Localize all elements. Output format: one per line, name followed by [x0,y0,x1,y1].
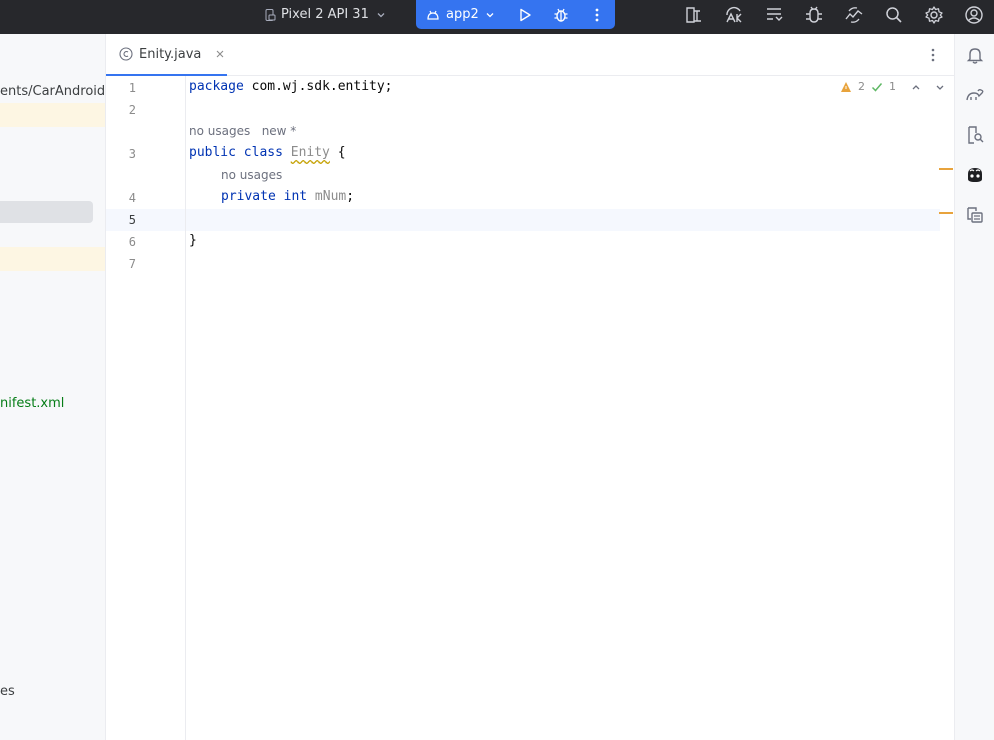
logcat-button[interactable] [964,204,986,226]
error-stripe-marker[interactable] [939,168,953,170]
class-icon [119,47,133,61]
ok-count: 1 [889,80,896,93]
copilot-icon [968,168,982,182]
package-name: com.wj.sdk.entity; [243,79,393,94]
settings-button[interactable] [922,3,946,27]
bug-icon [806,6,822,23]
line-number: 7 [128,257,136,271]
selected-row[interactable] [0,201,93,223]
search-icon [886,7,902,23]
account-button[interactable] [962,3,986,27]
field-usages-hint[interactable]: no usages [221,168,282,182]
line-number: 5 [128,213,136,227]
more-vertical-icon [931,48,935,62]
more-vertical-icon [595,8,599,21]
line-number: 3 [128,147,136,161]
project-panel: ents/CarAndroid nifest.xml es [0,34,106,740]
play-icon [520,8,532,21]
field-name: mNum [314,189,347,204]
tab-label: Enity.java [139,46,202,62]
current-line-highlight [106,209,940,231]
line-number: 1 [128,81,136,95]
code-line-4[interactable]: private int mNum; [221,189,354,204]
chevron-down-icon [486,12,494,17]
chevron-down-icon[interactable] [934,81,946,93]
chevron-down-icon [377,12,385,17]
structure-button[interactable] [762,3,786,27]
manifest-file-item[interactable]: nifest.xml [0,396,64,411]
ide-window: Pixel 2 API 31 app2 ents/CarAndroid nife… [0,0,994,740]
keyword: private int [221,189,308,204]
account-icon [965,6,983,24]
editor-tabs: Enity.java [106,34,954,76]
vcs-hint-text: new * [261,124,297,138]
main-toolbar: Pixel 2 API 31 app2 [0,0,994,34]
close-icon[interactable] [215,49,225,59]
run-config-label: app2 [446,7,479,22]
gradle-button[interactable] [964,84,986,106]
chevron-up-icon[interactable] [910,81,922,93]
run-config-selector[interactable]: app2 [416,0,508,29]
structure-icon [767,8,783,21]
error-stripe-marker[interactable] [939,212,953,214]
project-path-text[interactable]: ents/CarAndroid [0,84,105,99]
cloud-sync-button[interactable] [842,3,866,27]
code-line-6[interactable]: } [189,233,197,248]
usages-hint[interactable]: no usages new * [189,124,296,138]
tab-options-button[interactable] [924,46,942,64]
check-icon [871,82,883,92]
device-selector[interactable]: Pixel 2 API 31 [264,0,386,29]
keyword: package [189,79,244,94]
search-button[interactable] [882,3,906,27]
code-line-1[interactable]: package com.wj.sdk.entity; [189,79,393,94]
more-actions-button[interactable] [579,0,615,29]
right-tool-strip [954,34,994,740]
device-manager-button[interactable] [682,3,706,27]
highlighted-row[interactable] [0,103,105,127]
code-editor: Enity.java 1 2 3 4 5 6 7 2 1 package com… [106,34,954,740]
gear-icon [925,6,943,24]
warning-count: 2 [858,80,865,93]
code-line-3[interactable]: public class Enity { [189,145,346,160]
device-explorer-button[interactable] [964,124,986,146]
device-explorer-icon [968,126,984,144]
keyword: public class [189,145,283,160]
inspection-widget[interactable]: 2 1 [840,80,946,93]
logcat-icon [967,207,983,223]
class-name: Enity [290,145,330,160]
phone-icon [265,8,276,21]
semicolon: ; [346,189,355,204]
tree-item-text[interactable]: es [0,684,15,699]
brace: { [329,145,346,160]
warning-icon [841,81,851,92]
app-inspection-button[interactable] [802,3,826,27]
debug-button[interactable] [543,0,579,29]
run-button[interactable] [508,0,544,29]
line-number: 4 [128,191,136,205]
copilot-button[interactable] [964,164,986,186]
line-number-gutter: 1 2 3 4 5 6 7 [106,76,186,740]
run-widget: app2 [416,0,615,29]
line-number: 6 [128,235,136,249]
usages-hint-text: no usages [189,124,251,138]
notifications-icon [966,48,984,64]
line-number: 2 [128,103,136,117]
highlighted-row[interactable] [0,247,105,271]
tab-enity-java[interactable]: Enity.java [106,34,227,76]
translate-button[interactable] [722,3,746,27]
cloud-icon [845,7,863,23]
device-label: Pixel 2 API 31 [281,7,369,22]
android-icon [427,10,439,20]
device-manager-icon [686,7,701,23]
gradle-icon [966,88,984,101]
bug-icon [554,8,568,22]
translate-icon [726,6,742,23]
notifications-button[interactable] [964,44,986,66]
